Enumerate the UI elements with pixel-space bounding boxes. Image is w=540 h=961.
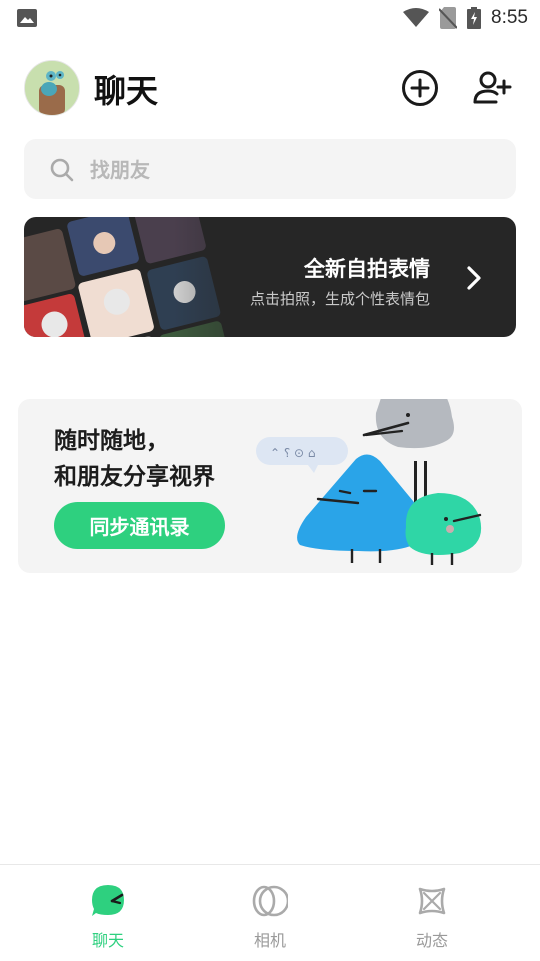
chevron-right-icon [467,266,481,290]
mascot-illustration: ⌃ ⸮ ⊙ ⌂ [256,399,482,565]
sync-contacts-card: 随时随地， 和朋友分享视界 同步通讯录 ⌃ ⸮ ⊙ ⌂ [18,399,522,573]
wifi-icon [403,8,430,27]
banner-title: 全新自拍表情 [304,257,430,281]
banner-subtitle: 点击拍照，生成个性表情包 [249,290,430,308]
moments-icon [418,887,446,915]
tab-chat-label: 聊天 [91,931,124,950]
bottom-nav: 聊天 相机 动态 [0,864,540,961]
tab-camera-label: 相机 [253,931,286,950]
sync-contacts-button[interactable]: 同步通讯录 [54,502,225,549]
add-friend-button[interactable] [472,68,512,108]
tab-chat[interactable]: 聊天 [48,865,168,961]
gallery-notification-icon [17,9,37,27]
add-user-icon [473,71,512,104]
avatar-image [25,61,79,115]
battery-charging-icon [467,7,482,29]
search-bar[interactable] [24,139,516,201]
tab-moments-label: 动态 [415,931,448,950]
plus-circle-icon [402,70,438,106]
page-title: 聊天 [94,72,159,110]
banner-fade [174,217,314,337]
search-icon [50,158,74,182]
status-bar: 8:55 [0,0,540,38]
camera-lens-icon [252,885,288,917]
tab-camera[interactable]: 相机 [210,865,330,961]
share-card-line2: 和朋友分享视界 [54,464,215,490]
avatar[interactable] [24,60,80,116]
share-card-line1: 随时随地， [54,428,169,454]
tab-moments[interactable]: 动态 [372,865,492,961]
search-input[interactable] [88,139,492,201]
status-time: 8:55 [491,7,528,28]
no-sim-icon [439,7,458,29]
selfie-sticker-banner[interactable]: 全新自拍表情 点击拍照，生成个性表情包 [24,217,516,337]
add-button[interactable] [400,68,440,108]
svg-text:⌃ ⸮ ⊙ ⌂: ⌃ ⸮ ⊙ ⌂ [270,446,316,460]
chat-bubble-icon [92,885,124,916]
